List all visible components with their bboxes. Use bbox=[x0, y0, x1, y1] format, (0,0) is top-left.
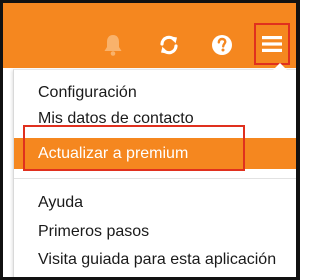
menu-divider bbox=[14, 178, 296, 179]
menu-item-mis-datos-de-contacto[interactable]: Mis datos de contacto bbox=[14, 109, 296, 129]
help-icon[interactable] bbox=[209, 32, 235, 58]
refresh-icon[interactable] bbox=[156, 32, 182, 58]
menu-item-visita-guiada[interactable]: Visita guiada para esta aplicación bbox=[14, 250, 296, 270]
menu-item-configuracion[interactable]: Configuración bbox=[14, 83, 296, 103]
dropdown-caret bbox=[273, 63, 287, 70]
dropdown-menu: Configuración Mis datos de contacto Actu… bbox=[13, 63, 296, 277]
menu-item-ayuda[interactable]: Ayuda bbox=[14, 193, 296, 213]
menu-item-actualizar-a-premium[interactable]: Actualizar a premium bbox=[14, 138, 296, 169]
app-window: Configuración Mis datos de contacto Actu… bbox=[0, 0, 300, 280]
bell-icon[interactable] bbox=[100, 32, 126, 58]
menu-item-primeros-pasos[interactable]: Primeros pasos bbox=[14, 222, 296, 242]
hamburger-menu-icon[interactable] bbox=[254, 23, 290, 65]
top-bar bbox=[3, 3, 296, 68]
